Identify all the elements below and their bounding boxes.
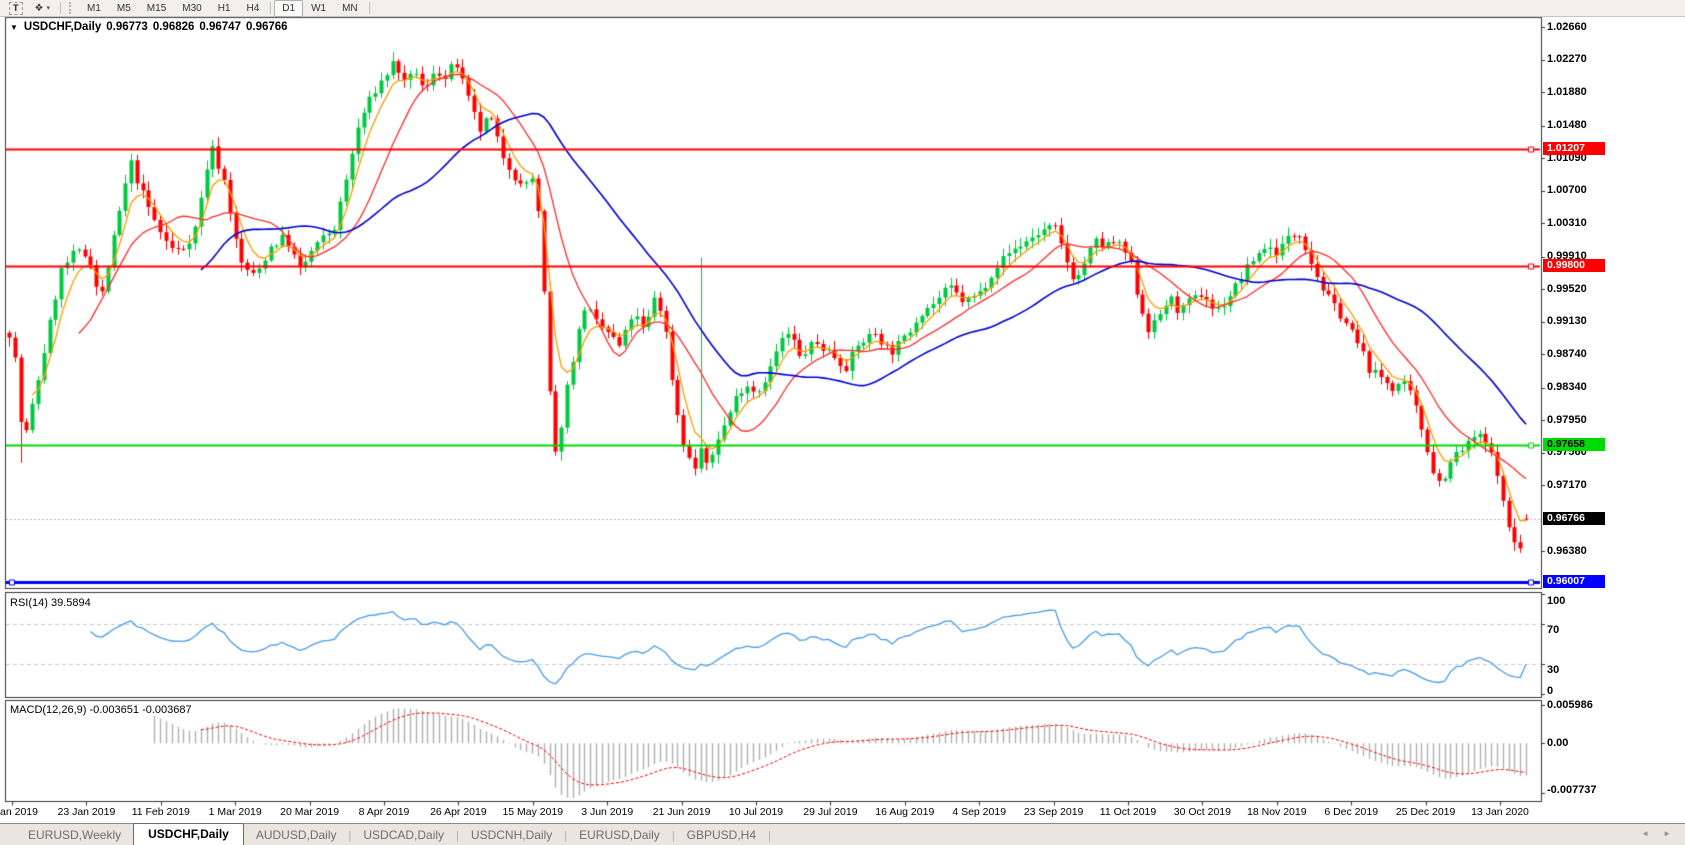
date-tick-label: 21 Jun 2019 [653,806,711,818]
price-tick-label: 0.96380 [1547,545,1587,557]
symbol-period-label: USDCHF,Daily [24,21,101,33]
tab-usdcad-daily[interactable]: USDCAD,Daily [351,825,456,845]
date-tick-label: 25 Dec 2019 [1396,806,1456,818]
text-tool-button[interactable]: T [4,0,28,17]
price-level-badge: 0.97658 [1543,438,1605,451]
tab-scroll-left-icon[interactable]: ◄ [1641,829,1649,838]
price-tick-label: 0.99520 [1547,283,1587,295]
text-cursor-icon: T [9,2,23,15]
macd-tick-label: -0.007737 [1547,784,1597,796]
tab-scroll-arrows: ◄ ► [1641,829,1671,838]
timeframe-button-m1[interactable]: M1 [79,0,109,17]
price-tick-label: 1.00700 [1547,184,1587,196]
price-tick-label: 0.97170 [1547,479,1587,491]
rsi-tick-label: 100 [1547,595,1565,607]
chart-title: ▼ USDCHF,Daily 0.96773 0.96826 0.96747 0… [10,21,288,33]
macd-indicator-label: MACD(12,26,9) -0.003651 -0.003687 [10,704,192,716]
chart-style-button[interactable]: ❖ ▾ [30,0,55,17]
toolbar-grip[interactable] [69,2,74,14]
timeframe-button-m30[interactable]: M30 [174,0,209,17]
close-value: 0.96766 [246,21,288,33]
date-tick-label: 3 Jun 2019 [581,806,633,818]
date-tick-label: 10 Jul 2019 [729,806,783,818]
tab-eurusd-daily[interactable]: EURUSD,Daily [567,825,672,845]
chart-tabs-bar: EURUSD,WeeklyUSDCHF,DailyAUDUSD,Daily | US… [0,823,1685,845]
date-tick-label: 4 Sep 2019 [952,806,1006,818]
date-tick-label: 1 Mar 2019 [209,806,262,818]
tab-eurusd-weekly[interactable]: EURUSD,Weekly [16,825,133,845]
date-tick-label: 4 Jan 2019 [0,806,38,818]
timeframe-buttons: M1M5M15M30H1H4 D1W1MN [79,0,373,17]
high-value: 0.96826 [153,21,195,33]
toolbar-separator [270,2,271,14]
low-value: 0.96747 [199,21,241,33]
chevron-down-icon: ▾ [46,4,50,12]
date-tick-label: 6 Dec 2019 [1324,806,1378,818]
price-tick-label: 1.02660 [1547,21,1587,33]
tab-usdcnh-daily[interactable]: USDCNH,Daily [459,825,564,845]
date-tick-label: 8 Apr 2019 [359,806,410,818]
timeframe-button-d1[interactable]: D1 [274,0,303,17]
macd-tick-label: 0.00 [1547,737,1568,749]
rsi-tick-label: 0 [1547,685,1553,697]
date-tick-label: 26 Apr 2019 [430,806,487,818]
date-tick-label: 11 Oct 2019 [1100,806,1156,818]
price-tick-label: 1.00310 [1547,217,1587,229]
date-tick-label: 18 Nov 2019 [1247,806,1307,818]
date-tick-label: 11 Feb 2019 [132,806,190,818]
tab-scroll-right-icon[interactable]: ► [1663,829,1671,838]
rsi-indicator-label: RSI(14) 39.5894 [10,597,91,609]
date-tick-label: 20 Mar 2019 [280,806,339,818]
collapse-caret-icon: ▼ [10,23,18,32]
style-palette-icon: ❖ [35,3,44,14]
price-chart-canvas[interactable] [0,0,1685,845]
toolbar-separator [369,2,370,14]
price-tick-label: 0.97950 [1547,414,1587,426]
price-level-badge: 0.99800 [1543,259,1605,272]
macd-tick-label: 0.005986 [1547,699,1593,711]
open-value: 0.96773 [106,21,148,33]
timeframe-button-h1[interactable]: H1 [210,0,239,17]
date-tick-label: 13 Jan 2020 [1471,806,1529,818]
date-tick-label: 15 May 2019 [502,806,563,818]
price-tick-label: 1.01480 [1547,119,1587,131]
date-tick-label: 29 Jul 2019 [803,806,857,818]
price-tick-label: 0.98740 [1547,348,1587,360]
toolbar: T ❖ ▾ M1M5M15M30H1H4 D1W1MN [0,0,1685,17]
rsi-tick-label: 30 [1547,664,1559,676]
tab-audusd-daily[interactable]: AUDUSD,Daily [244,825,349,845]
price-level-badge: 0.96007 [1543,575,1605,588]
date-tick-label: 16 Aug 2019 [875,806,934,818]
date-tick-label: 23 Sep 2019 [1024,806,1084,818]
timeframe-button-w1[interactable]: W1 [303,0,334,17]
tab-gbpusd-h4[interactable]: GBPUSD,H4 [675,825,768,845]
timeframe-button-m15[interactable]: M15 [139,0,174,17]
toolbar-separator [60,2,61,14]
timeframe-button-mn[interactable]: MN [334,0,366,17]
price-tick-label: 1.02270 [1547,53,1587,65]
price-tick-label: 0.99130 [1547,315,1587,327]
price-tick-label: 0.98340 [1547,381,1587,393]
date-tick-label: 23 Jan 2019 [57,806,115,818]
date-tick-label: 30 Oct 2019 [1174,806,1231,818]
timeframe-button-m5[interactable]: M5 [109,0,139,17]
chart-tabs: EURUSD,WeeklyUSDCHF,DailyAUDUSD,Daily | US… [16,823,771,845]
current-price-badge: 0.96766 [1543,512,1605,525]
tab-separator: | [768,827,771,845]
tab-usdchf-daily[interactable]: USDCHF,Daily [133,823,244,845]
rsi-tick-label: 70 [1547,624,1559,636]
timeframe-button-h4[interactable]: H4 [239,0,268,17]
price-level-badge: 1.01207 [1543,142,1605,155]
price-tick-label: 1.01880 [1547,86,1587,98]
